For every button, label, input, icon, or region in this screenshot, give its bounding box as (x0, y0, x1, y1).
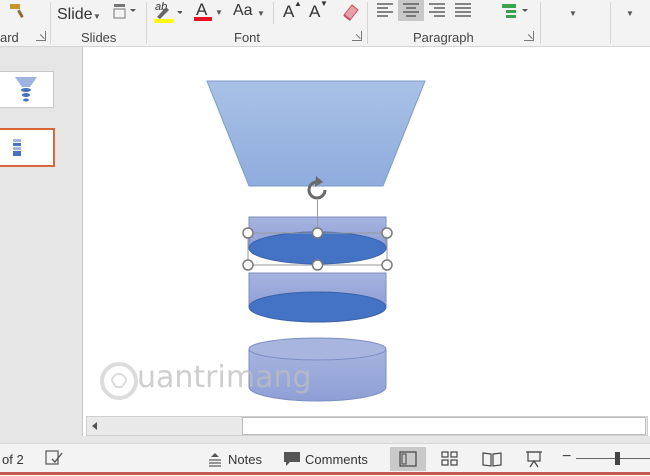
resize-handle-ne[interactable] (381, 227, 393, 239)
zoom-slider-thumb[interactable] (615, 452, 620, 465)
ribbon-separator (146, 2, 147, 44)
slides-group-label: Slides (81, 30, 117, 45)
ribbon: ard Slide ▼ Slides ab A ▼ Aa ▼ A ▲ A ▼ F… (0, 0, 650, 47)
grow-arrow-icon: ▲ (294, 0, 302, 8)
font-group-label: Font (234, 30, 261, 45)
ribbon-separator (50, 2, 51, 44)
resize-handle-se[interactable] (381, 259, 393, 271)
change-case-button[interactable]: Aa ▼ (233, 2, 267, 22)
watermark-logo (100, 362, 138, 400)
align-right-icon[interactable] (427, 1, 447, 19)
zoom-slider-track[interactable] (576, 458, 650, 459)
clear-formatting-icon[interactable] (340, 0, 362, 22)
spell-check-icon[interactable] (44, 449, 64, 467)
notes-icon (209, 453, 221, 467)
comments-button[interactable]: Comments (283, 448, 373, 470)
funnel-top-trapezoid[interactable] (206, 80, 426, 187)
comments-label: Comments (305, 452, 368, 467)
slide-sorter-button[interactable] (432, 447, 468, 471)
shrink-arrow-icon: ▼ (320, 0, 328, 8)
status-bar: of 2 Notes Comments − (0, 443, 650, 473)
notes-label: Notes (228, 452, 262, 467)
funnel-thumbnail-icon (15, 77, 37, 102)
clipboard-dialog-launcher[interactable] (36, 31, 46, 41)
ribbon-separator (610, 2, 611, 44)
notes-button[interactable]: Notes (207, 448, 269, 470)
shrink-font-button[interactable]: A ▼ (308, 0, 328, 21)
ribbon-separator (367, 2, 368, 44)
ribbon-separator (273, 2, 274, 24)
resize-handle-nw[interactable] (242, 227, 254, 239)
highlight-color-button[interactable]: ab (152, 1, 182, 23)
chevron-down-icon[interactable]: ▼ (257, 9, 265, 18)
resize-handle-s[interactable] (311, 259, 324, 271)
slide-thumbnail-1[interactable] (0, 71, 54, 108)
funnel-bottom-cylinder-top[interactable] (248, 337, 387, 361)
grow-font-label: A (283, 2, 295, 21)
smartart-convert-icon[interactable] (500, 2, 536, 20)
ribbon-separator (540, 2, 541, 44)
normal-view-icon (399, 451, 417, 467)
format-painter-icon[interactable] (8, 2, 28, 20)
scrollbar-thumb[interactable] (242, 417, 646, 435)
resize-handle-n[interactable] (311, 227, 324, 239)
paragraph-group-label: Paragraph (413, 30, 474, 45)
chevron-down-icon[interactable]: ▼ (215, 8, 223, 17)
pane-gutter (0, 436, 650, 443)
paragraph-dialog-launcher[interactable] (524, 31, 534, 41)
slide-thumbnail-pane (0, 47, 82, 442)
align-left-icon[interactable] (375, 1, 395, 19)
layout-icon[interactable] (112, 2, 138, 20)
watermark-text: uantrimang (137, 360, 312, 395)
slide-thumbnail-2[interactable] (0, 128, 55, 167)
grow-font-button[interactable]: A ▲ (282, 0, 302, 21)
slide-sorter-icon (441, 451, 458, 466)
zoom-out-icon[interactable]: − (562, 448, 571, 466)
scroll-left-icon[interactable] (86, 416, 104, 436)
chevron-down-icon[interactable]: ▼ (626, 9, 634, 18)
justify-icon[interactable] (453, 1, 473, 19)
chevron-down-icon[interactable]: ▼ (93, 12, 101, 21)
change-case-label: Aa (233, 2, 253, 19)
slide-counter: of 2 (2, 452, 24, 467)
slideshow-button[interactable] (516, 447, 552, 471)
clipboard-group-label: ard (0, 30, 19, 45)
reading-view-icon (482, 452, 502, 467)
align-center-icon[interactable] (398, 0, 424, 21)
font-color-swatch (194, 17, 212, 21)
funnel-thumbnail-icon (13, 139, 21, 156)
font-dialog-launcher[interactable] (352, 31, 362, 41)
slide-canvas[interactable]: uantrimang (83, 47, 650, 415)
chevron-down-icon[interactable]: ▼ (569, 9, 577, 18)
slideshow-icon (526, 451, 542, 468)
font-color-button[interactable]: A ▼ (192, 0, 223, 22)
shrink-font-label: A (309, 2, 321, 21)
resize-handle-sw[interactable] (242, 259, 254, 271)
normal-view-button[interactable] (390, 447, 426, 471)
new-slide-button[interactable]: Slide (57, 6, 93, 24)
comment-icon (284, 452, 300, 466)
reading-view-button[interactable] (474, 447, 510, 471)
funnel-layer-2-ellipse[interactable] (248, 291, 387, 323)
